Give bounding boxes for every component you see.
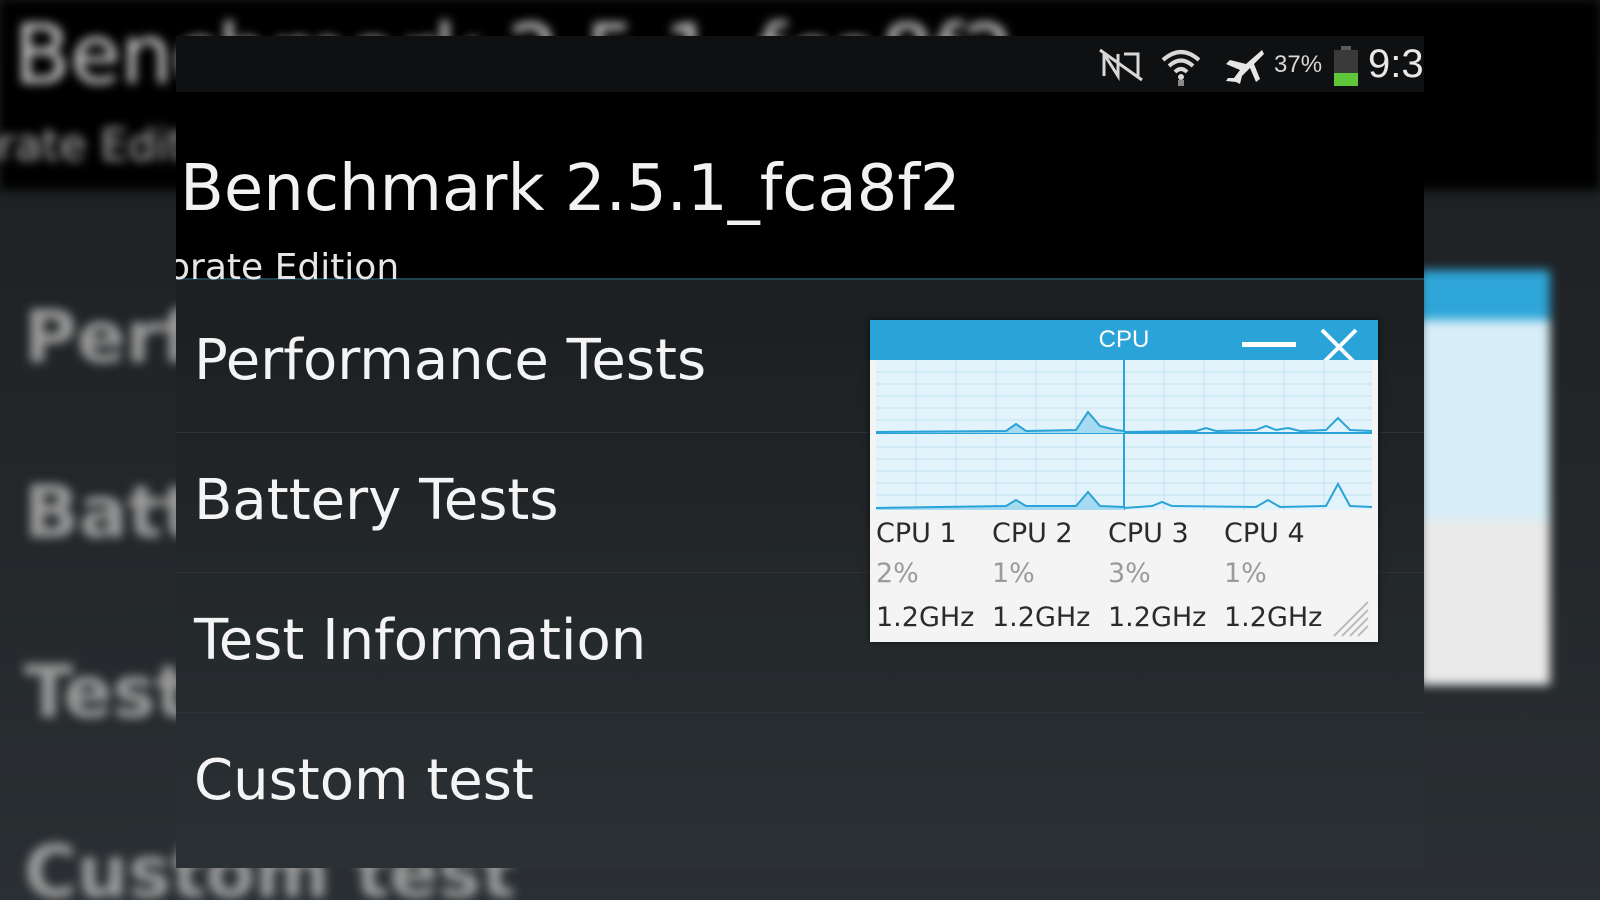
wifi-icon xyxy=(1160,46,1202,90)
divider xyxy=(176,712,1424,713)
nfc-off-icon xyxy=(1098,46,1144,86)
cpu-monitor-widget[interactable]: CPU CPU 1 2% 1.2GHz CPU 2 1% 1.2GHz CPU … xyxy=(870,320,1378,642)
bg-item-battery: Batt xyxy=(24,470,197,554)
menu-item-label: Test Information xyxy=(194,608,647,673)
core-usage: 1% xyxy=(1224,558,1267,589)
menu-item-label: Performance Tests xyxy=(194,328,707,393)
menu-item-performance-tests[interactable]: Performance Tests xyxy=(176,294,896,432)
core-name: CPU 2 xyxy=(992,518,1073,549)
airplane-mode-icon xyxy=(1222,46,1266,90)
bg-item-test: Test xyxy=(24,650,190,734)
core-frequency: 1.2GHz xyxy=(876,602,975,633)
menu-item-test-information[interactable]: Test Information xyxy=(176,574,896,712)
action-bar: Benchmark 2.5.1_fca8f2 orate Edition xyxy=(176,92,1424,288)
app-title: Benchmark 2.5.1_fca8f2 xyxy=(180,152,961,226)
core-frequency: 1.2GHz xyxy=(992,602,1091,633)
cpu-usage-graph xyxy=(876,360,1372,510)
core-usage: 1% xyxy=(992,558,1035,589)
menu-item-custom-test[interactable]: Custom test xyxy=(176,714,896,852)
core-frequency: 1.2GHz xyxy=(1108,602,1207,633)
cpu-widget-header[interactable]: CPU xyxy=(870,320,1378,366)
battery-icon xyxy=(1334,46,1358,86)
menu-item-label: Battery Tests xyxy=(194,468,559,533)
core-usage: 3% xyxy=(1108,558,1151,589)
phone-screen: 37% 9:3 Benchmark 2.5.1_fca8f2 orate Edi… xyxy=(176,36,1424,868)
core-name: CPU 1 xyxy=(876,518,957,549)
cpu-widget-title: CPU xyxy=(1098,326,1150,353)
minimize-icon[interactable] xyxy=(1242,342,1296,347)
menu-item-battery-tests[interactable]: Battery Tests xyxy=(176,434,896,572)
resize-handle-icon[interactable] xyxy=(1330,598,1370,638)
app-subtitle: orate Edition xyxy=(176,247,400,288)
bg-item-performance: Perf xyxy=(24,295,193,379)
core-name: CPU 4 xyxy=(1224,518,1305,549)
cpu-core-stats: CPU 1 2% 1.2GHz CPU 2 1% 1.2GHz CPU 3 3%… xyxy=(870,518,1378,642)
bg-cpu-widget xyxy=(1420,270,1550,685)
core-name: CPU 3 xyxy=(1108,518,1189,549)
core-frequency: 1.2GHz xyxy=(1224,602,1323,633)
core-usage: 2% xyxy=(876,558,919,589)
battery-percent: 37% xyxy=(1274,51,1323,78)
menu-item-label: Custom test xyxy=(194,748,534,813)
clock: 9:3 xyxy=(1368,42,1424,86)
divider xyxy=(176,852,1424,853)
status-bar: 37% 9:3 xyxy=(176,36,1424,92)
